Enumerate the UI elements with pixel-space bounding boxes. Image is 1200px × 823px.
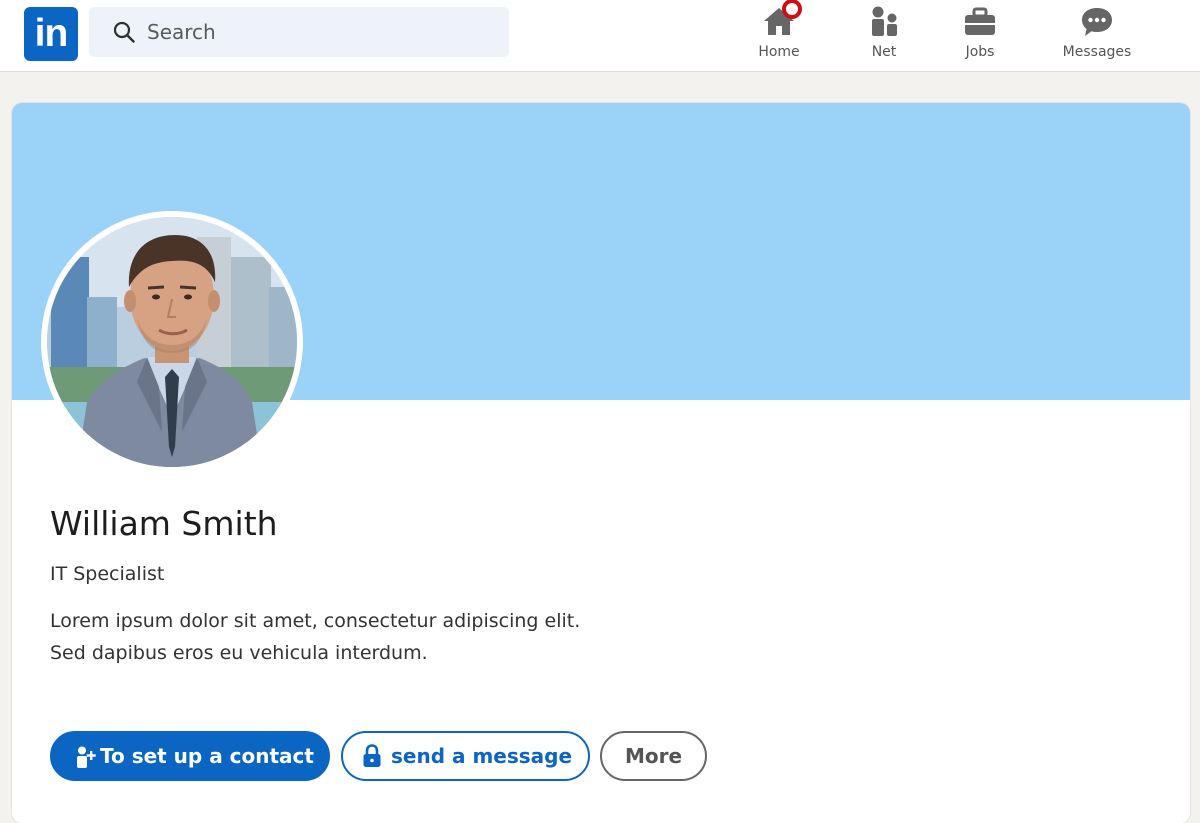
nav-home[interactable]: Home: [724, 0, 834, 72]
profile-about: Lorem ipsum dolor sit amet, consectetur …: [50, 605, 750, 669]
profile-photo: [47, 217, 297, 467]
lock-icon: [363, 744, 381, 767]
profile-card: William Smith IT Specialist Lorem ipsum …: [12, 103, 1190, 823]
nav-network[interactable]: Net: [829, 0, 939, 72]
search-icon: [113, 21, 135, 43]
nav-jobs-label: Jobs: [965, 44, 995, 60]
more-button[interactable]: More: [600, 731, 707, 781]
avatar[interactable]: [41, 211, 303, 473]
search-input[interactable]: [147, 7, 497, 57]
profile-name: William Smith: [50, 504, 278, 543]
connect-button[interactable]: To set up a contact: [50, 731, 330, 781]
connect-button-label: To set up a contact: [100, 744, 314, 768]
nav-home-label: Home: [758, 44, 800, 60]
messages-icon: [1082, 8, 1112, 36]
about-line: Sed dapibus eros eu vehicula interdum.: [50, 642, 428, 664]
notification-badge: [782, 0, 802, 19]
search-box[interactable]: [89, 7, 509, 57]
profile-headline: IT Specialist: [50, 563, 165, 585]
network-icon: [872, 6, 897, 36]
about-line: Lorem ipsum dolor sit amet, consectetur …: [50, 610, 581, 632]
add-person-icon: [77, 746, 96, 768]
send-message-button[interactable]: send a message: [341, 731, 590, 781]
nav-jobs[interactable]: Jobs: [925, 0, 1035, 72]
nav-messages-label: Messages: [1062, 44, 1132, 60]
send-message-button-label: send a message: [391, 744, 573, 768]
nav-messages[interactable]: Messages: [1042, 0, 1152, 72]
briefcase-icon: [965, 7, 995, 35]
nav-network-label: Net: [871, 44, 897, 60]
linkedin-logo[interactable]: in: [24, 7, 78, 61]
top-navigation-bar: in Home Net J: [0, 0, 1200, 72]
